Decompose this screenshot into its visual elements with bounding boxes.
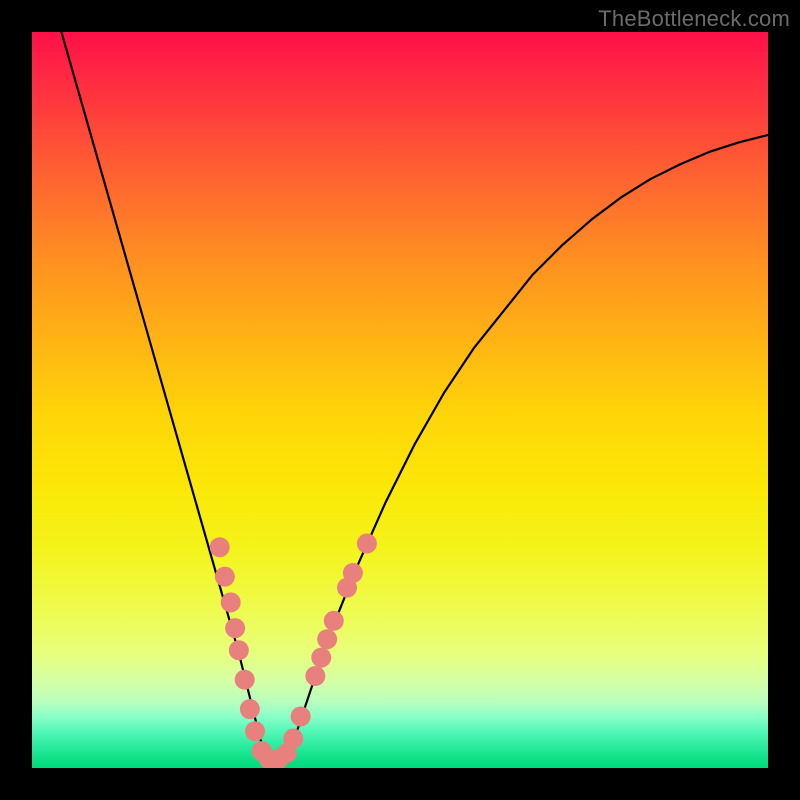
bottleneck-curve <box>61 32 768 768</box>
data-marker <box>215 567 235 587</box>
data-marker <box>291 706 311 726</box>
data-marker <box>245 721 265 741</box>
data-marker <box>221 592 241 612</box>
data-marker <box>305 666 325 686</box>
data-marker <box>229 640 249 660</box>
chart-container: TheBottleneck.com <box>0 0 800 800</box>
plot-area <box>32 32 768 768</box>
data-marker <box>324 611 344 631</box>
data-marker <box>357 534 377 554</box>
data-markers <box>210 534 377 768</box>
data-marker <box>311 648 331 668</box>
data-marker <box>210 537 230 557</box>
data-marker <box>225 618 245 638</box>
data-marker <box>343 563 363 583</box>
chart-overlay <box>32 32 768 768</box>
data-marker <box>240 699 260 719</box>
data-marker <box>235 670 255 690</box>
watermark-text: TheBottleneck.com <box>598 6 790 32</box>
data-marker <box>317 629 337 649</box>
data-marker <box>283 729 303 749</box>
